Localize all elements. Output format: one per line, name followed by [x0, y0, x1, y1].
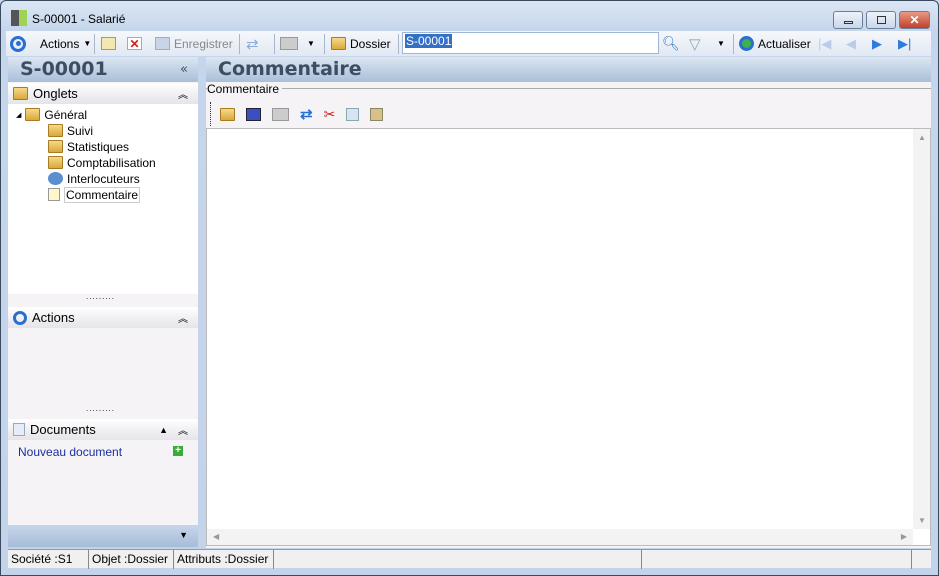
dossier-label: Dossier — [350, 36, 391, 51]
maximize-button[interactable] — [866, 11, 896, 29]
left-panel: Onglets ︽ ◢ Général Suivi Statistiques Com… — [8, 82, 198, 525]
collapse-icon: ︽ — [178, 90, 188, 101]
actions-header[interactable]: Actions ︽ — [8, 307, 198, 328]
print-button[interactable] — [280, 35, 298, 52]
close-button[interactable]: ✕ — [899, 11, 930, 29]
filter-dropdown[interactable]: ▼ — [717, 35, 725, 52]
vertical-scrollbar[interactable]: ▲ ▼ — [913, 129, 930, 529]
chevron-up-icon: ▲ — [159, 424, 168, 435]
sync-icon[interactable]: ⇄ — [300, 105, 313, 123]
folder-icon — [48, 124, 63, 137]
tree-item-comptabilisation[interactable]: Comptabilisation — [48, 155, 156, 170]
status-bar: Société :S1 Objet :Dossier Attributs :Do… — [8, 549, 931, 569]
sync-icon: ⇄ — [246, 35, 259, 53]
tabs-tree: ◢ Général Suivi Statistiques Comptabilisa… — [8, 104, 198, 294]
chevron-down-icon[interactable]: ▼ — [179, 530, 188, 540]
save-icon[interactable] — [246, 107, 261, 121]
comment-toolbar: ⇄ ✂ — [220, 105, 384, 123]
splitter-handle[interactable]: ......... — [86, 292, 115, 301]
next-record-button[interactable]: ▶ — [872, 35, 882, 52]
tree-item-general[interactable]: ◢ Général — [16, 107, 87, 122]
minimize-button[interactable] — [833, 11, 863, 29]
window-title: S-00001 - Salarié — [32, 12, 126, 26]
folder-icon — [25, 108, 41, 121]
search-button[interactable]: 🔍︎ — [662, 35, 680, 52]
page-title: Commentaire — [206, 57, 931, 82]
search-icon: 🔍︎ — [662, 35, 680, 51]
tree-item-commentaire[interactable]: Commentaire — [48, 186, 141, 203]
onglets-header[interactable]: Onglets ︽ — [8, 83, 198, 104]
paste-icon[interactable] — [370, 107, 384, 121]
status-object: Objet :Dossier — [89, 550, 174, 569]
printer-icon — [280, 37, 298, 50]
status-empty — [642, 550, 912, 569]
filter-icon: ▽ — [689, 35, 701, 53]
main-panel: Commentaire ⇄ ✂ ▲ ▼ ◀ ▶ — [206, 82, 931, 548]
delete-button[interactable]: ✕ — [127, 35, 142, 52]
delete-icon: ✕ — [127, 37, 142, 50]
toolbar: Actions ▼ ✕ Enregistrer ⇄ ▼ Dossier S-000… — [6, 31, 931, 56]
status-company: Société :S1 — [8, 550, 89, 569]
save-button[interactable]: Enregistrer — [155, 35, 233, 52]
refresh-button[interactable]: Actualiser — [739, 35, 811, 52]
status-empty — [274, 550, 642, 569]
status-attributes: Attributs :Dossier — [174, 550, 274, 569]
group-label: Commentaire — [207, 82, 283, 96]
last-icon: ▶| — [898, 35, 912, 51]
first-icon: |◀ — [818, 35, 832, 51]
save-icon — [155, 37, 170, 50]
filter-button[interactable]: ▽ — [689, 35, 701, 53]
add-document-icon[interactable]: + — [173, 446, 183, 456]
collapse-icon: ︽ — [178, 426, 188, 437]
refresh-icon — [739, 36, 754, 51]
search-input[interactable]: S-00001 — [402, 32, 659, 54]
collapse-icon: ︽ — [178, 314, 188, 325]
tree-item-interlocuteurs[interactable]: Interlocuteurs — [48, 171, 140, 186]
horizontal-scrollbar[interactable]: ◀ ▶ — [207, 529, 913, 545]
dossier-button[interactable]: Dossier — [331, 35, 391, 52]
app-logo-icon — [11, 10, 27, 26]
save-label: Enregistrer — [174, 36, 233, 51]
printer-icon[interactable] — [272, 107, 289, 121]
record-title: S-00001 « — [8, 57, 198, 82]
folder-icon — [48, 156, 63, 169]
refresh-label: Actualiser — [758, 36, 811, 51]
actions-menu-button[interactable]: Actions ▼ — [40, 35, 91, 52]
cut-icon[interactable]: ✂ — [324, 106, 336, 123]
actions-icon — [13, 310, 27, 325]
chevron-down-icon: ▼ — [307, 39, 315, 48]
document-icon — [13, 423, 25, 436]
sync-button[interactable]: ⇄ — [246, 35, 259, 53]
comment-textarea[interactable]: ▲ ▼ ◀ ▶ — [206, 128, 931, 546]
note-icon — [48, 188, 60, 201]
folder-icon — [13, 87, 28, 100]
last-record-button[interactable]: ▶| — [898, 35, 911, 52]
documents-header[interactable]: Documents ▲ ︽ — [8, 419, 198, 440]
actions-icon — [10, 35, 26, 52]
tree-item-statistiques[interactable]: Statistiques — [48, 139, 129, 154]
people-icon — [48, 172, 63, 185]
splitter-handle[interactable]: ......... — [86, 404, 115, 413]
open-folder-icon[interactable] — [220, 107, 235, 121]
search-value: S-00001 — [405, 34, 453, 48]
tree-item-suivi[interactable]: Suivi — [48, 123, 93, 138]
next-icon: ▶ — [872, 35, 882, 51]
first-record-button[interactable]: |◀ — [818, 35, 831, 52]
new-icon — [101, 37, 116, 50]
new-button[interactable] — [101, 35, 116, 52]
folder-icon — [48, 140, 63, 153]
panel-footer: ▼ — [8, 525, 198, 547]
actions-label: Actions — [40, 36, 80, 51]
copy-icon[interactable] — [346, 107, 360, 121]
previous-record-button[interactable]: ◀ — [846, 35, 856, 52]
print-dropdown[interactable]: ▼ — [307, 35, 315, 52]
collapse-pane-button[interactable]: « — [180, 57, 188, 82]
new-document-link[interactable]: Nouveau document — [18, 445, 122, 459]
folder-icon — [331, 37, 346, 50]
chevron-down-icon: ▼ — [717, 39, 725, 48]
previous-icon: ◀ — [846, 35, 856, 51]
